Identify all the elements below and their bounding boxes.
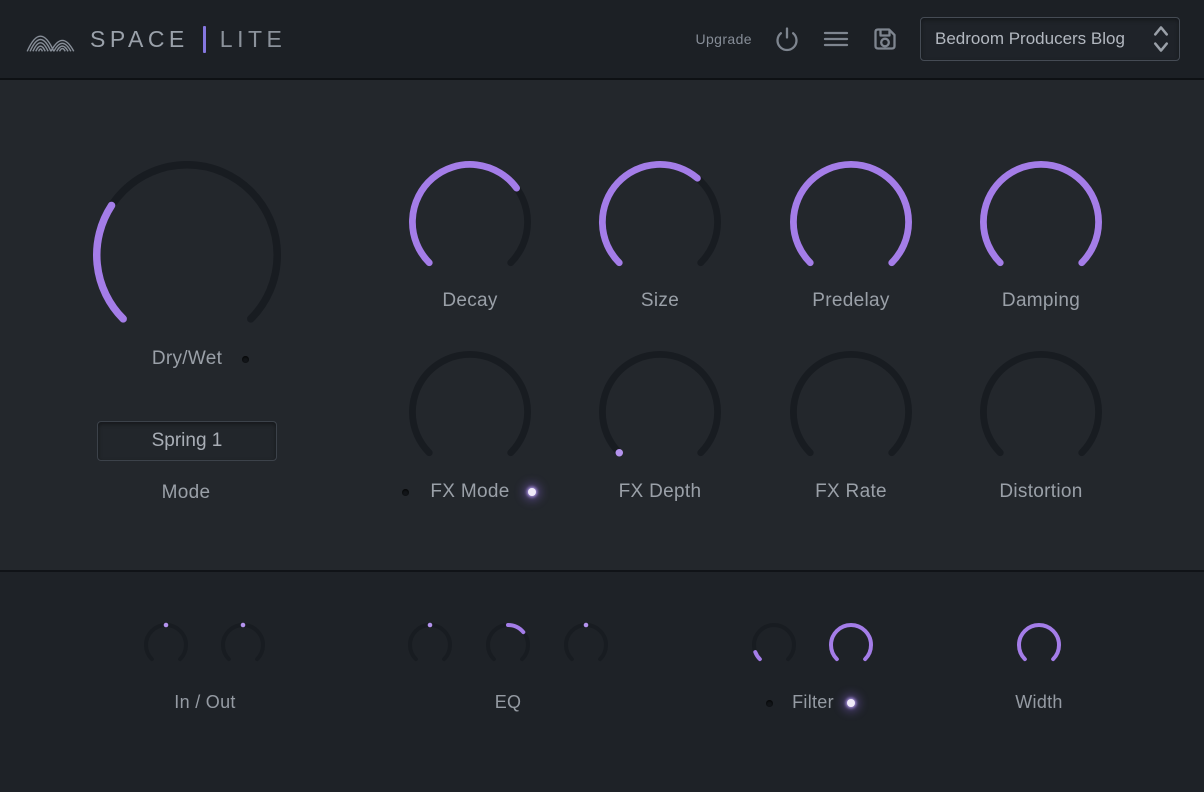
mode-label: Mode [97,482,275,504]
brand: SPACE LITE [24,0,286,78]
size-knob[interactable] [598,160,722,284]
logo-icon [24,20,76,58]
preset-name: Bedroom Producers Blog [921,29,1147,49]
chevron-up-icon [1155,27,1167,34]
filter-led-left[interactable] [766,700,773,707]
fx-depth-label: FX Depth [580,481,740,503]
upgrade-button[interactable]: Upgrade [695,31,752,47]
fx-mode-knob[interactable] [408,350,532,474]
fx-mode-led-right[interactable] [528,488,536,496]
distortion-knob[interactable] [979,350,1103,474]
eq-label: EQ [438,692,578,713]
damping-label: Damping [961,290,1121,312]
width-label: Width [969,692,1109,713]
fx-rate-label: FX Rate [771,481,931,503]
dry-wet-knob[interactable] [92,160,282,350]
output-gain-knob[interactable] [220,622,266,668]
brand-secondary: LITE [220,26,287,53]
bottom-panel: In / Out EQ Filter Width [0,570,1204,792]
filter-low-knob[interactable] [751,622,797,668]
power-icon[interactable] [773,25,801,53]
eq-high-knob[interactable] [563,622,609,668]
preset-selector[interactable]: Bedroom Producers Blog [920,17,1180,61]
size-label: Size [580,290,740,312]
filter-high-knob[interactable] [828,622,874,668]
plugin-window: { "brand": {"primary": "SPACE", "seconda… [0,0,1204,790]
eq-low-knob[interactable] [407,622,453,668]
brand-divider [203,26,206,53]
dry-wet-led[interactable] [242,356,249,363]
main-panel: Dry/Wet Spring 1 Mode Decay Size Predela… [0,80,1204,570]
top-bar-controls: Upgrade Bedroom Producers Blog [695,0,1180,78]
damping-knob[interactable] [979,160,1103,284]
fx-mode-label: FX Mode [390,481,550,503]
width-knob[interactable] [1016,622,1062,668]
fx-mode-led-left[interactable] [402,489,409,496]
mode-selector[interactable]: Spring 1 [97,421,277,461]
decay-knob[interactable] [408,160,532,284]
dry-wet-label: Dry/Wet [92,348,282,370]
brand-primary: SPACE [90,26,189,53]
in-out-label: In / Out [135,692,275,713]
chevron-down-icon [1155,44,1167,51]
preset-stepper[interactable] [1147,24,1179,54]
filter-label: Filter [743,692,883,713]
top-bar: SPACE LITE Upgrade Bedroom Producers Blo… [0,0,1204,80]
menu-icon[interactable] [822,25,850,53]
eq-mid-knob[interactable] [485,622,531,668]
decay-label: Decay [390,290,550,312]
save-icon[interactable] [871,25,899,53]
input-gain-knob[interactable] [143,622,189,668]
fx-depth-knob[interactable] [598,350,722,474]
fx-rate-knob[interactable] [789,350,913,474]
predelay-label: Predelay [771,290,931,312]
predelay-knob[interactable] [789,160,913,284]
distortion-label: Distortion [961,481,1121,503]
filter-led-right[interactable] [847,699,855,707]
